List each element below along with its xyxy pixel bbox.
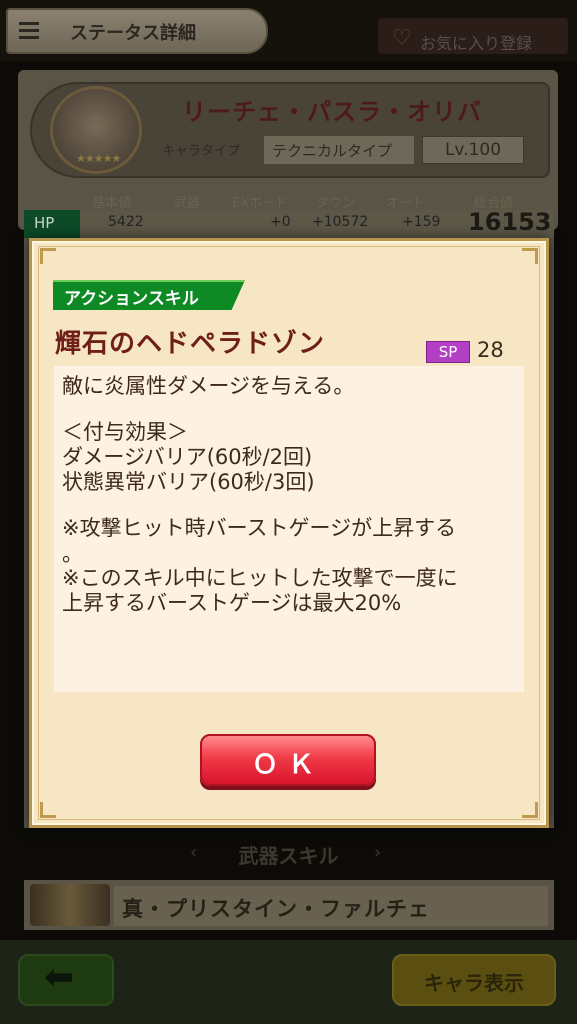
back-arrow-icon: ⬅ <box>44 957 75 998</box>
level-badge: Lv.100 <box>422 136 524 164</box>
skill-description-line: ※攻撃ヒット時バーストゲージが上昇する <box>62 516 457 540</box>
modal-corner-ornament <box>522 248 538 264</box>
hp-auto-value: +159 <box>402 214 441 230</box>
modal-corner-ornament <box>40 802 56 818</box>
stat-header-town: タウン <box>316 196 356 211</box>
modal-corner-ornament <box>40 248 56 264</box>
chara-display-label: キャラ表示 <box>424 971 524 995</box>
skill-type-label: アクションスキル <box>64 289 199 309</box>
hp-label: HP <box>24 210 80 238</box>
favorite-label: お気に入り登録 <box>420 34 533 53</box>
hp-exboard-value: +0 <box>270 214 291 230</box>
weapon-icon <box>30 884 110 926</box>
character-type-value: テクニカルタイプ <box>264 136 414 164</box>
ok-button-label: ＯＫ <box>251 750 324 780</box>
stat-header-weapon: 武器 <box>174 196 201 211</box>
stat-header-exboard: EXボード <box>232 196 289 211</box>
weapon-name: 真・プリスタイン・ファルチェ <box>122 897 430 921</box>
hp-base-value: 5422 <box>108 214 144 230</box>
hp-total-value: 16153 <box>468 208 552 236</box>
stat-header-base: 基本値 <box>92 196 132 211</box>
hp-town-value: +10572 <box>312 214 369 230</box>
rarity-stars: ★★★★★ <box>76 152 121 165</box>
sp-value: 28 <box>477 338 504 362</box>
skill-description-line: 上昇するバーストゲージは最大20% <box>62 591 402 615</box>
stat-header-auto: オート <box>386 196 426 211</box>
sp-badge: SP <box>426 341 470 363</box>
page-title: ステータス詳細 <box>70 23 196 44</box>
weapon-skill-title: 武器スキル <box>238 844 339 868</box>
skill-name: 輝石のヘドペラドゾン <box>55 329 326 359</box>
modal-corner-ornament <box>522 802 538 818</box>
skill-description-line: 敵に炎属性ダメージを与える。 <box>62 374 355 398</box>
character-type-label: キャラタイプ <box>162 144 241 159</box>
skill-description-line: 状態異常バリア(60秒/3回) <box>62 470 315 494</box>
menu-icon[interactable] <box>16 18 42 44</box>
heart-icon: ♡ <box>392 26 412 51</box>
character-name: リーチェ・パスラ・オリバ <box>182 98 482 126</box>
prev-arrow-icon[interactable]: ‹ <box>190 842 197 863</box>
next-arrow-icon[interactable]: › <box>374 842 381 863</box>
